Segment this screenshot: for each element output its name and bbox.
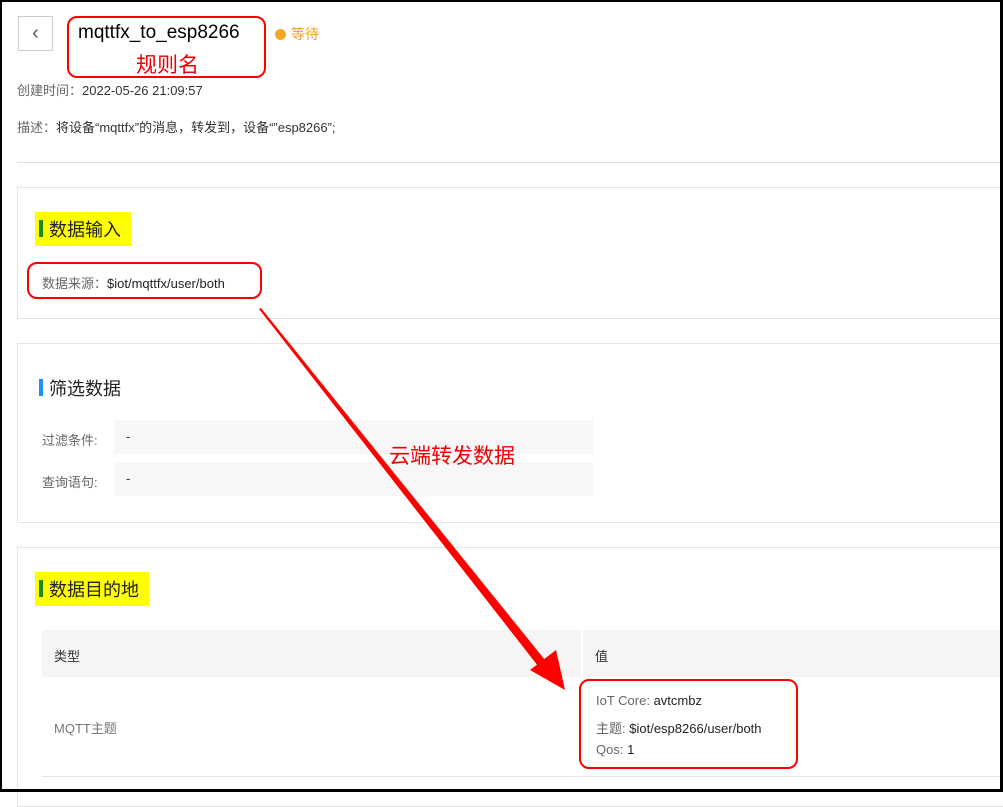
arrow-icon — [259, 308, 565, 690]
